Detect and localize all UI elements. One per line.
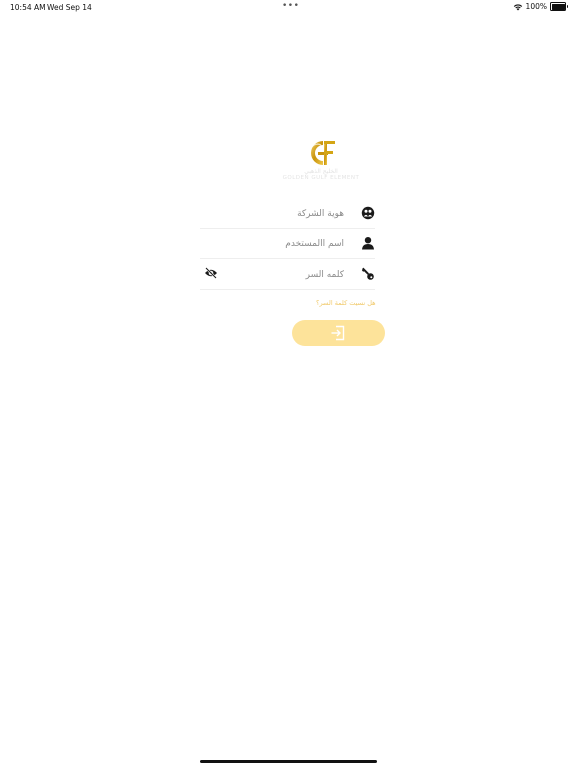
- battery-fill: [551, 3, 565, 10]
- logo-arabic-text: الخليج الذهبي: [304, 168, 338, 175]
- sign-in-icon: [331, 325, 345, 341]
- forgot-password-link[interactable]: هل نسيت كلمة السر؟: [316, 299, 376, 307]
- logo-english-text: GOLDEN GULF ELEMENT: [282, 175, 360, 181]
- key-icon: [361, 267, 374, 280]
- company-id-icon: [361, 206, 375, 220]
- wifi-icon: [513, 3, 522, 10]
- status-bar: 10:54 AM Wed Sep 14 ••• 100%: [0, 0, 576, 14]
- company-id-input[interactable]: [200, 203, 344, 225]
- password-field: [200, 260, 375, 290]
- battery-icon: [550, 2, 568, 11]
- status-right: 100%: [513, 2, 568, 11]
- user-icon: [362, 237, 374, 250]
- login-screen: 10:54 AM Wed Sep 14 ••• 100% الخليج الذه…: [0, 0, 576, 768]
- multitasking-dots[interactable]: •••: [282, 1, 299, 11]
- login-button[interactable]: [292, 320, 385, 346]
- username-input[interactable]: [200, 233, 344, 255]
- status-date: Wed Sep 14: [47, 3, 92, 12]
- home-indicator[interactable]: [200, 760, 377, 763]
- eye-slash-icon[interactable]: [204, 267, 218, 279]
- company-logo: الخليج الذهبي GOLDEN GULF ELEMENT: [276, 138, 366, 190]
- username-field: [200, 229, 375, 259]
- password-input[interactable]: [224, 264, 344, 286]
- status-time: 10:54 AM: [10, 3, 46, 12]
- battery-percent: 100%: [525, 2, 547, 11]
- company-id-field: [200, 199, 375, 229]
- logo-mark-icon: [311, 141, 335, 165]
